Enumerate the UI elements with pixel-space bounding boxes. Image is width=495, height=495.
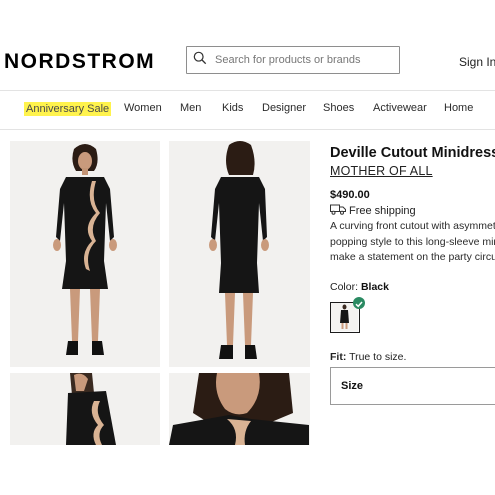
nav-home[interactable]: Home [444, 102, 473, 114]
product-image-detail-2[interactable] [169, 373, 310, 445]
selected-check-icon [353, 297, 365, 309]
fit-info: Fit: True to size. [330, 351, 406, 363]
brand-link[interactable]: MOTHER OF ALL [330, 164, 433, 178]
category-nav: Anniversary Sale Women Men Kids Designer… [0, 102, 495, 118]
nordstrom-logo[interactable]: NORDSTROM [4, 50, 155, 74]
nav-men[interactable]: Men [180, 102, 201, 114]
fit-value: True to size. [349, 351, 407, 363]
search-icon [193, 51, 207, 70]
size-select-label: Size [341, 380, 364, 392]
color-value: Black [360, 281, 389, 293]
color-label: Color: Black [330, 281, 389, 293]
product-title: Deville Cutout Minidress [330, 145, 495, 161]
sign-in-link[interactable]: Sign In [459, 55, 495, 69]
description-line: make a statement on the party circuit. [330, 251, 495, 263]
fit-label: Fit: [330, 351, 347, 363]
product-image-detail-1[interactable] [10, 373, 160, 445]
nav-women[interactable]: Women [124, 102, 162, 114]
search-input[interactable] [215, 54, 395, 66]
product-image-front[interactable] [10, 141, 160, 367]
shipping-text: Free shipping [349, 205, 416, 217]
nav-designer[interactable]: Designer [262, 102, 306, 114]
description-line: A curving front cutout with asymmetric [330, 220, 495, 232]
nav-anniversary-sale-label: Anniversary Sale [24, 102, 112, 116]
description-line: popping style to this long-sleeve minic [330, 235, 495, 248]
nav-activewear[interactable]: Activewear [373, 102, 427, 114]
shipping-info: Free shipping [330, 204, 416, 218]
nav-shoes[interactable]: Shoes [323, 102, 354, 114]
search-bar[interactable] [186, 46, 400, 74]
nav-kids[interactable]: Kids [222, 102, 243, 114]
nav-divider [0, 129, 495, 130]
truck-icon [330, 204, 349, 218]
product-description: A curving front cutout with asymmetric p… [330, 219, 495, 266]
product-price: $490.00 [330, 189, 370, 201]
color-label-text: Color: [330, 281, 359, 293]
header-divider [0, 90, 495, 91]
size-select[interactable]: Size [330, 367, 495, 405]
product-image-back[interactable] [169, 141, 310, 367]
